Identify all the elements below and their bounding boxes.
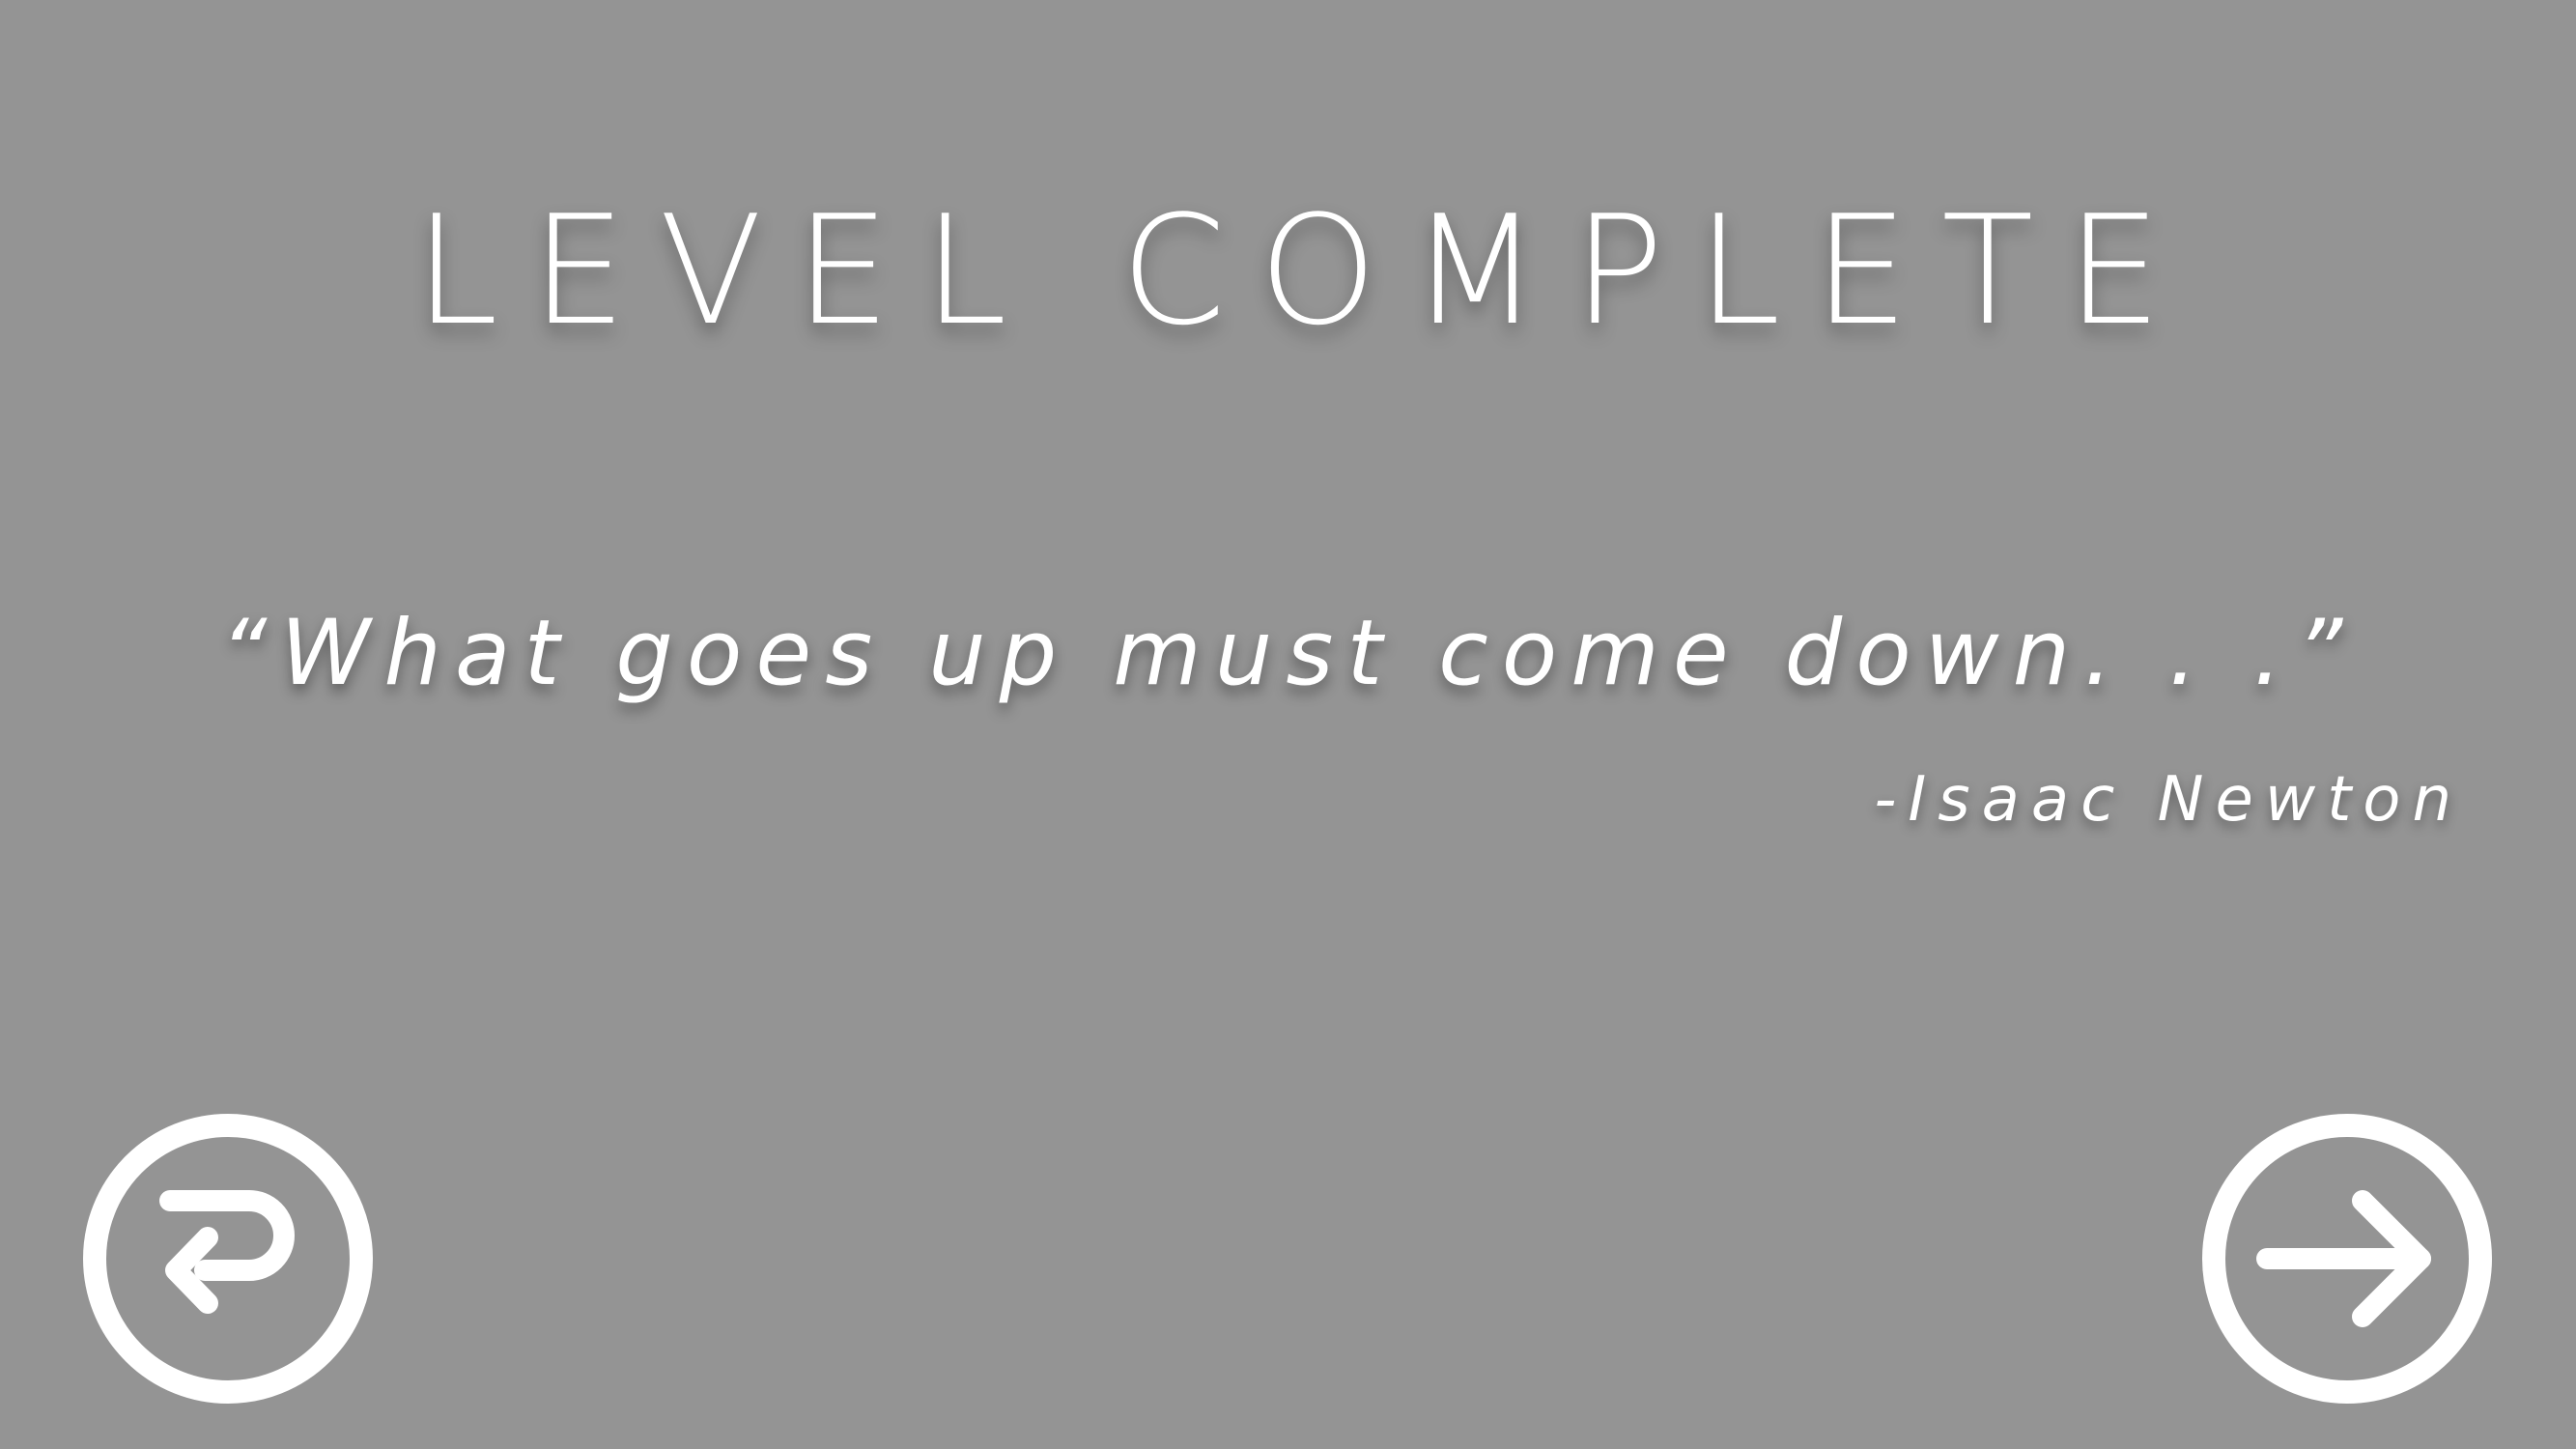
restart-button[interactable]: [83, 1114, 373, 1404]
quote-text: “What goes up must come down. . .”: [219, 601, 2357, 706]
restart-icon: [83, 1114, 373, 1404]
quote-author: -Isaac Newton: [1874, 764, 2463, 836]
next-level-button[interactable]: [2202, 1114, 2492, 1404]
arrow-right-icon: [2202, 1114, 2492, 1404]
level-complete-title: LEVEL COMPLETE: [414, 183, 2194, 358]
